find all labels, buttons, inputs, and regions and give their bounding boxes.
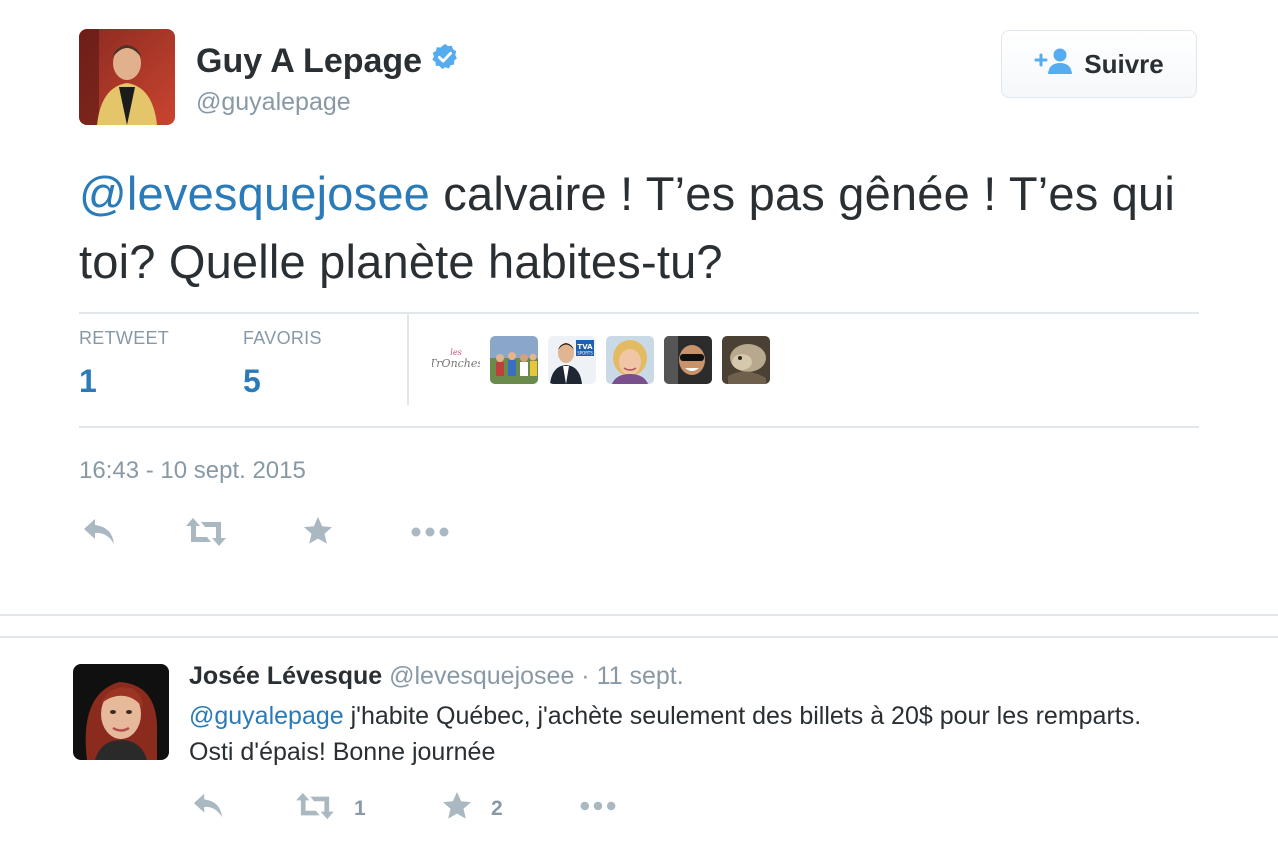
tweet-actions	[79, 515, 479, 555]
favorite-button[interactable]	[302, 515, 334, 552]
more-button[interactable]	[410, 515, 450, 554]
favoriter-avatar[interactable]	[490, 336, 538, 384]
favorites-stat[interactable]: FAVORIS 5	[243, 328, 322, 400]
author-handle[interactable]: @guyalepage	[196, 88, 351, 117]
reply-retweet-count: 1	[354, 796, 366, 820]
retweet-button[interactable]	[185, 515, 227, 554]
tronches-line1: les	[450, 348, 461, 357]
reply-tweet[interactable]: Josée Lévesque @levesquejosee · 11 sept.…	[0, 636, 1278, 846]
reply-date[interactable]: · 11 sept.	[581, 662, 683, 690]
reply-icon	[190, 790, 226, 827]
reply-text: @guyalepage j'habite Québec, j'achète se…	[189, 698, 1189, 770]
favoriter-avatar[interactable]	[606, 336, 654, 384]
more-dots-icon	[410, 515, 450, 554]
favoriter-avatar[interactable]	[722, 336, 770, 384]
follow-label: Suivre	[1084, 48, 1164, 79]
tweet-detail: Guy A Lepage @guyalepage Suivre @levesqu…	[0, 0, 1278, 614]
divider-top	[79, 312, 1199, 314]
favoriter-avatar[interactable]	[664, 336, 712, 384]
tronches-line2: TrOnches	[432, 357, 480, 370]
reply-actions: 1 2	[190, 790, 690, 826]
tweet-mention[interactable]: @levesquejosee	[79, 167, 430, 220]
retweet-stat-count: 1	[79, 363, 97, 399]
reply-author-name[interactable]: Josée Lévesque	[189, 662, 382, 690]
tweet-text: @levesquejosee calvaire ! T’es pas gênée…	[79, 160, 1189, 296]
verified-badge-icon	[430, 42, 460, 81]
reply-favorite-button[interactable]: 2	[441, 790, 503, 827]
reply-author-avatar[interactable]	[73, 664, 169, 760]
star-icon	[302, 515, 334, 552]
tva-logo-sub: SPORTS	[577, 351, 593, 356]
retweet-icon	[185, 515, 227, 554]
follow-button[interactable]: Suivre	[1001, 30, 1197, 98]
replies-section: Josée Lévesque @levesquejosee · 11 sept.…	[0, 614, 1278, 846]
reply-retweet-button[interactable]: 1	[294, 790, 366, 827]
author-name[interactable]: Guy A Lepage	[196, 42, 460, 81]
reply-favorite-count: 2	[491, 796, 503, 820]
favorites-stat-count: 5	[243, 363, 261, 399]
stats-divider	[407, 313, 409, 405]
retweet-icon	[294, 790, 336, 827]
favoriter-avatars: les TrOnches TVA SPO	[432, 336, 770, 384]
star-icon	[441, 790, 473, 827]
reply-mention[interactable]: @guyalepage	[189, 702, 344, 730]
reply-icon	[81, 515, 117, 554]
reply-more-button[interactable]	[578, 790, 618, 827]
more-dots-icon	[578, 790, 618, 827]
favoriter-avatar[interactable]: TVA SPORTS	[548, 336, 596, 384]
reply-header: Josée Lévesque @levesquejosee · 11 sept.	[189, 662, 684, 691]
favorites-stat-label: FAVORIS	[243, 328, 322, 348]
retweet-stat-label: RETWEET	[79, 328, 170, 348]
author-avatar[interactable]	[79, 29, 175, 125]
retweet-stat[interactable]: RETWEET 1	[79, 328, 169, 400]
reply-reply-button[interactable]	[190, 790, 226, 827]
tweet-timestamp[interactable]: 16:43 - 10 sept. 2015	[79, 457, 306, 485]
favoriter-avatar[interactable]: les TrOnches	[432, 336, 480, 384]
author-name-text[interactable]: Guy A Lepage	[196, 42, 422, 81]
divider-bottom	[79, 426, 1199, 428]
reply-author-handle[interactable]: @levesquejosee	[389, 662, 574, 690]
reply-button[interactable]	[81, 515, 117, 554]
add-user-icon	[1034, 47, 1074, 82]
